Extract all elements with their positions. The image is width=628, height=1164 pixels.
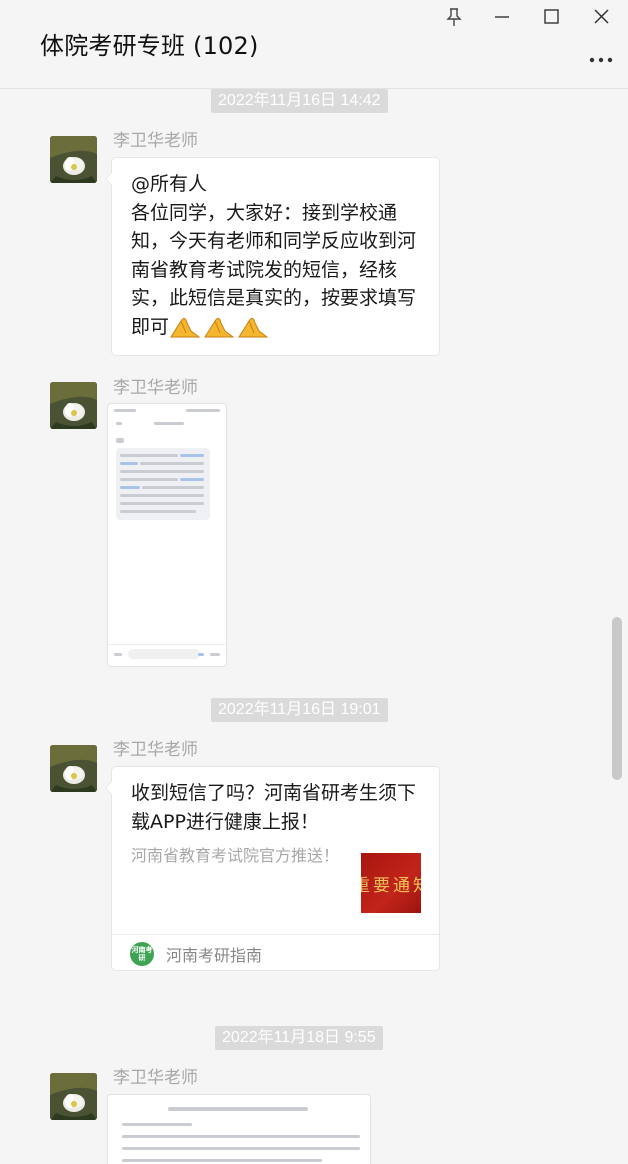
card-title: 收到短信了吗？河南省研考生须下载APP进行健康上报！: [131, 782, 417, 833]
thumbnail-text: 重要通知: [361, 876, 421, 896]
chat-title: 体院考研专班 (102): [40, 32, 259, 60]
sender-name: 李卫华老师: [113, 131, 198, 151]
folded-hands-emoji: [203, 313, 235, 348]
pin-icon[interactable]: [440, 6, 468, 28]
sender-name: 李卫华老师: [113, 740, 198, 760]
avatar[interactable]: [50, 382, 97, 429]
mention: @所有人: [131, 173, 208, 195]
card-description: 河南省教育考试院官方推送！: [131, 846, 340, 865]
message-text: @所有人 各位同学，大家好：接到学校通知，今天有老师和同学反应收到河南省教育考试…: [131, 170, 431, 347]
source-name: 河南考研指南: [166, 946, 263, 965]
more-options-icon[interactable]: [588, 50, 614, 63]
avatar[interactable]: [50, 745, 97, 792]
source-logo: 河南考研: [130, 942, 154, 966]
scrollbar[interactable]: [612, 617, 622, 780]
avatar[interactable]: [50, 1073, 97, 1120]
card-thumbnail: 重要通知: [361, 853, 421, 913]
text-message-bubble[interactable]: @所有人 各位同学，大家好：接到学校通知，今天有老师和同学反应收到河南省教育考试…: [105, 157, 440, 356]
title-bar: 体院考研专班 (102): [0, 0, 628, 89]
minimize-icon[interactable]: [488, 6, 516, 28]
close-icon[interactable]: [587, 6, 615, 28]
image-message[interactable]: [107, 1094, 371, 1164]
card-source[interactable]: 河南考研 河南考研指南: [112, 934, 439, 971]
sender-name: 李卫华老师: [113, 378, 198, 398]
link-card-message[interactable]: 收到短信了吗？河南省研考生须下载APP进行健康上报！ 河南省教育考试院官方推送！…: [105, 766, 440, 971]
sender-name: 李卫华老师: [113, 1068, 198, 1088]
avatar[interactable]: [50, 136, 97, 183]
timestamp: 2022年11月18日 9:55: [215, 1026, 383, 1050]
folded-hands-emoji: [169, 313, 201, 348]
folded-hands-emoji: [237, 313, 269, 348]
maximize-icon[interactable]: [537, 6, 565, 28]
image-message[interactable]: [107, 403, 227, 667]
message-list[interactable]: 2022年11月16日 14:42 李卫华老师 @所有人 各位同学，大家好：接到…: [0, 89, 628, 1164]
timestamp: 2022年11月16日 19:01: [211, 698, 388, 722]
timestamp: 2022年11月16日 14:42: [211, 89, 388, 113]
